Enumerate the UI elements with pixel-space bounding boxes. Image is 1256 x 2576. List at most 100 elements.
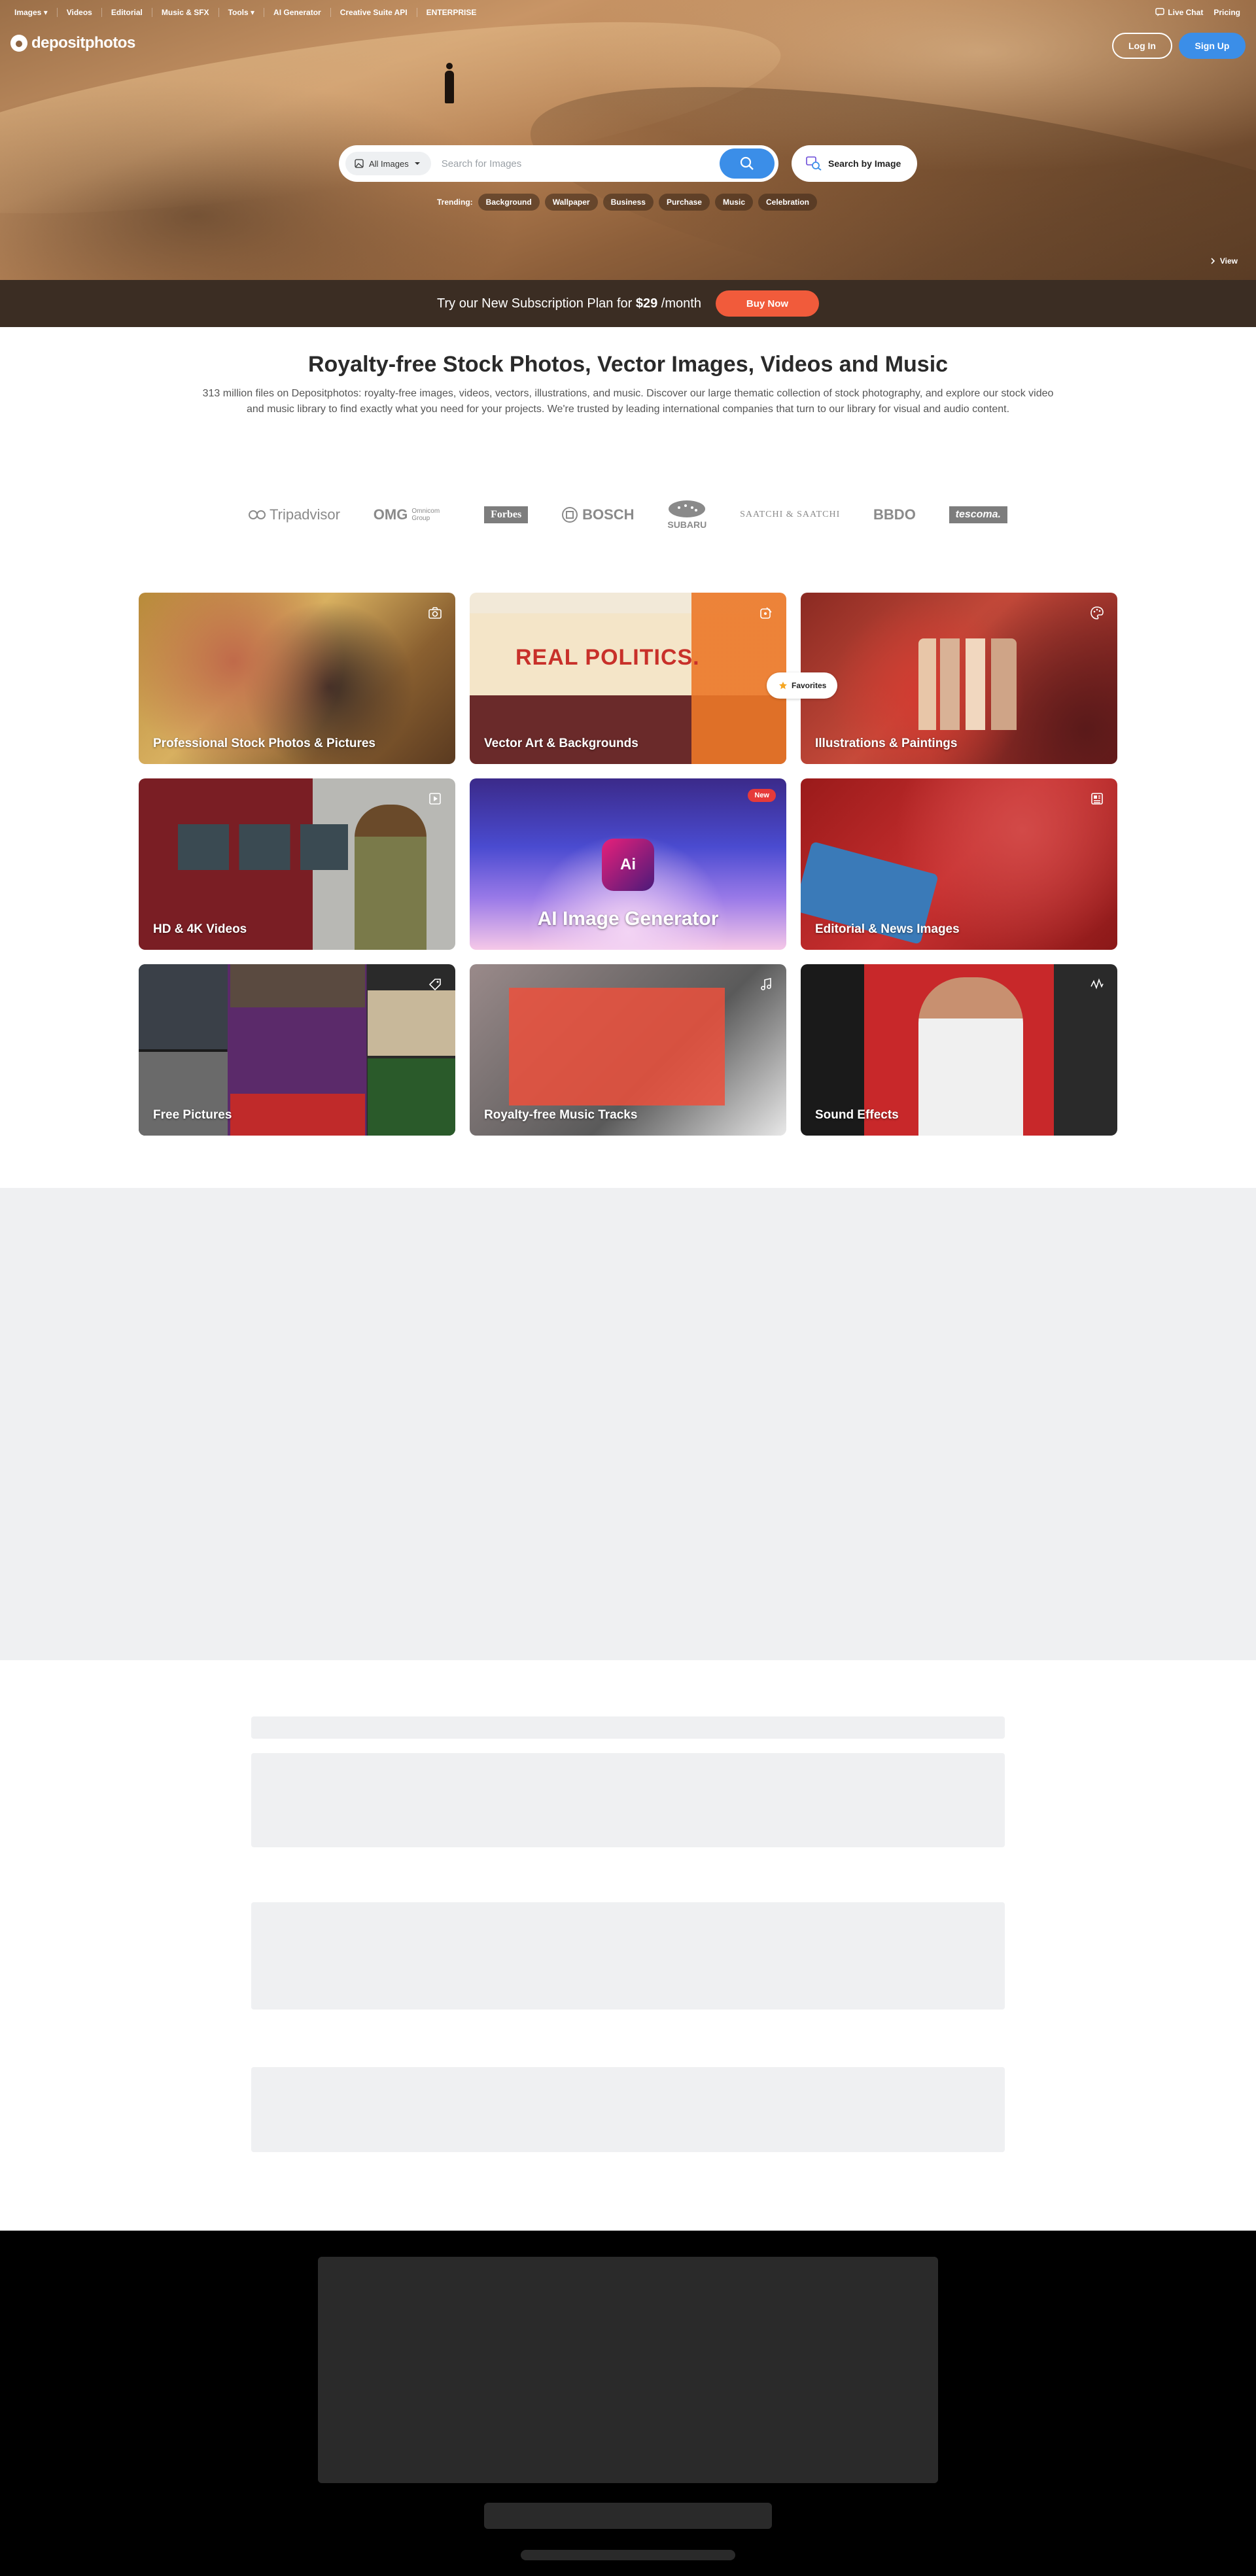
brand-subaru-name: SUBARU (667, 519, 707, 530)
new-badge: New (748, 789, 776, 802)
card-label: Royalty-free Music Tracks (484, 1108, 638, 1122)
card-editorial[interactable]: Editorial & News Images (801, 778, 1117, 950)
site-logo[interactable]: depositphotos (10, 34, 135, 52)
search-by-image-label: Search by Image (828, 158, 901, 169)
trending-chip[interactable]: Music (714, 194, 753, 211)
nav-enterprise[interactable]: ENTERPRISE (416, 8, 486, 17)
subscription-promo: Try our New Subscription Plan for $29 /m… (0, 280, 1256, 327)
nav-tools[interactable]: Tools ▾ (218, 8, 264, 17)
search-input[interactable]: Search for Images (442, 158, 720, 169)
category-grid: Professional Stock Photos & Pictures REA… (139, 593, 1117, 1136)
login-button[interactable]: Log In (1112, 33, 1172, 59)
pricing-link[interactable]: Pricing (1213, 8, 1240, 17)
play-icon (429, 793, 441, 805)
skeleton-block (251, 1902, 1005, 2010)
skeleton-block (251, 1753, 1005, 1847)
promo-price: $29 (635, 296, 658, 311)
search-button[interactable] (720, 148, 775, 179)
nav-videos[interactable]: Videos (56, 8, 101, 17)
camera-icon (428, 607, 442, 619)
hero-banner: Images ▾ Videos Editorial Music & SFX To… (0, 0, 1256, 280)
card-videos[interactable]: HD & 4K Videos (139, 778, 455, 950)
card-artwork (509, 988, 725, 1105)
brand-subaru: SUBARU (667, 500, 706, 530)
chevron-right-icon (1211, 258, 1215, 264)
card-label: Editorial & News Images (815, 922, 960, 936)
search-icon (740, 156, 754, 170)
image-icon (355, 159, 364, 168)
brand-forbes: Forbes (484, 506, 529, 523)
loading-section (0, 1188, 1256, 1660)
card-ai-generator[interactable]: Ai New AI Image Generator (470, 778, 786, 950)
bosch-icon (562, 507, 578, 523)
card-label: Vector Art & Backgrounds (484, 737, 638, 750)
trending-chip[interactable]: Wallpaper (544, 194, 598, 211)
star-icon (779, 682, 787, 689)
live-chat-link[interactable]: Live Chat (1155, 8, 1203, 17)
waveform-icon (1090, 978, 1104, 990)
card-artwork (230, 964, 365, 1007)
brand-bosch-name: BOSCH (582, 506, 635, 523)
logo-icon (10, 35, 27, 52)
hero-figure (445, 63, 454, 103)
trending-chip[interactable]: Background (478, 194, 540, 211)
card-artwork (230, 1094, 365, 1136)
nav-music-sfx[interactable]: Music & SFX (151, 8, 218, 17)
buy-now-button[interactable]: Buy Now (715, 290, 819, 317)
trending-chip[interactable]: Business (602, 194, 654, 211)
footer-skeleton-bar (521, 2550, 735, 2560)
card-music[interactable]: Royalty-free Music Tracks (470, 964, 786, 1136)
card-artwork (178, 824, 348, 870)
brand-saatchi: SAATCHI & SAATCHI (740, 510, 841, 519)
subaru-icon (669, 500, 706, 517)
card-artwork (355, 805, 427, 950)
card-artwork (139, 1052, 228, 1136)
brand-tescoma: tescoma. (949, 506, 1007, 523)
search-bar: All Images Search for Images (339, 145, 778, 182)
footer-skeleton-block (318, 2257, 938, 2483)
nav-images[interactable]: Images ▾ (14, 8, 57, 17)
chevron-down-icon (414, 162, 420, 165)
footer (0, 2231, 1256, 2576)
signup-button[interactable]: Sign Up (1179, 33, 1246, 59)
promo-text: Try our New Subscription Plan for $29 /m… (437, 296, 701, 311)
brand-bbdo: BBDO (873, 506, 916, 523)
view-label: View (1219, 256, 1238, 266)
card-art-text: REAL POLITICS. (515, 645, 700, 670)
nav-ai-generator[interactable]: AI Generator (264, 8, 330, 17)
live-chat-label: Live Chat (1168, 8, 1204, 17)
nav-creative-suite-api[interactable]: Creative Suite API (330, 8, 417, 17)
card-artwork (918, 638, 1017, 730)
palette-icon (1090, 606, 1104, 619)
trending-chip[interactable]: Purchase (658, 194, 710, 211)
card-stock-photos[interactable]: Professional Stock Photos & Pictures (139, 593, 455, 764)
skeleton-block (251, 2067, 1005, 2152)
card-label: AI Image Generator (537, 908, 719, 930)
card-illustrations[interactable]: Illustrations & Paintings (801, 593, 1117, 764)
card-free-pictures[interactable]: Free Pictures (139, 964, 455, 1136)
brand-bosch: BOSCH (561, 506, 635, 523)
favorites-button[interactable]: Favorites (767, 672, 837, 699)
top-nav: Images ▾ Videos Editorial Music & SFX To… (14, 8, 485, 17)
card-artwork (368, 990, 455, 1056)
view-image-link[interactable]: View (1211, 256, 1238, 266)
page-title: Royalty-free Stock Photos, Vector Images… (307, 352, 949, 377)
tripadvisor-icon (249, 510, 266, 519)
trending-bar: Trending: Background Wallpaper Business … (437, 194, 818, 211)
card-sound-effects[interactable]: Sound Effects (801, 964, 1117, 1136)
tag-icon (428, 979, 441, 991)
trending-label: Trending: (437, 198, 473, 207)
card-label: Illustrations & Paintings (815, 737, 958, 750)
card-artwork (918, 977, 1023, 1136)
page-description: 313 million files on Depositphotos: roya… (202, 388, 1054, 415)
card-label: Sound Effects (815, 1108, 899, 1122)
search-category-select[interactable]: All Images (345, 152, 431, 175)
search-by-image-button[interactable]: Search by Image (792, 145, 917, 182)
card-vector-art[interactable]: REAL POLITICS. Vector Art & Backgrounds (470, 593, 786, 764)
trending-chip[interactable]: Celebration (758, 194, 818, 211)
chat-icon (1155, 8, 1165, 16)
brand-omnicom: OMG Omnicom Group (374, 506, 451, 523)
nav-editorial[interactable]: Editorial (101, 8, 152, 17)
promo-text-after: /month (661, 296, 701, 311)
music-note-icon (761, 978, 771, 990)
